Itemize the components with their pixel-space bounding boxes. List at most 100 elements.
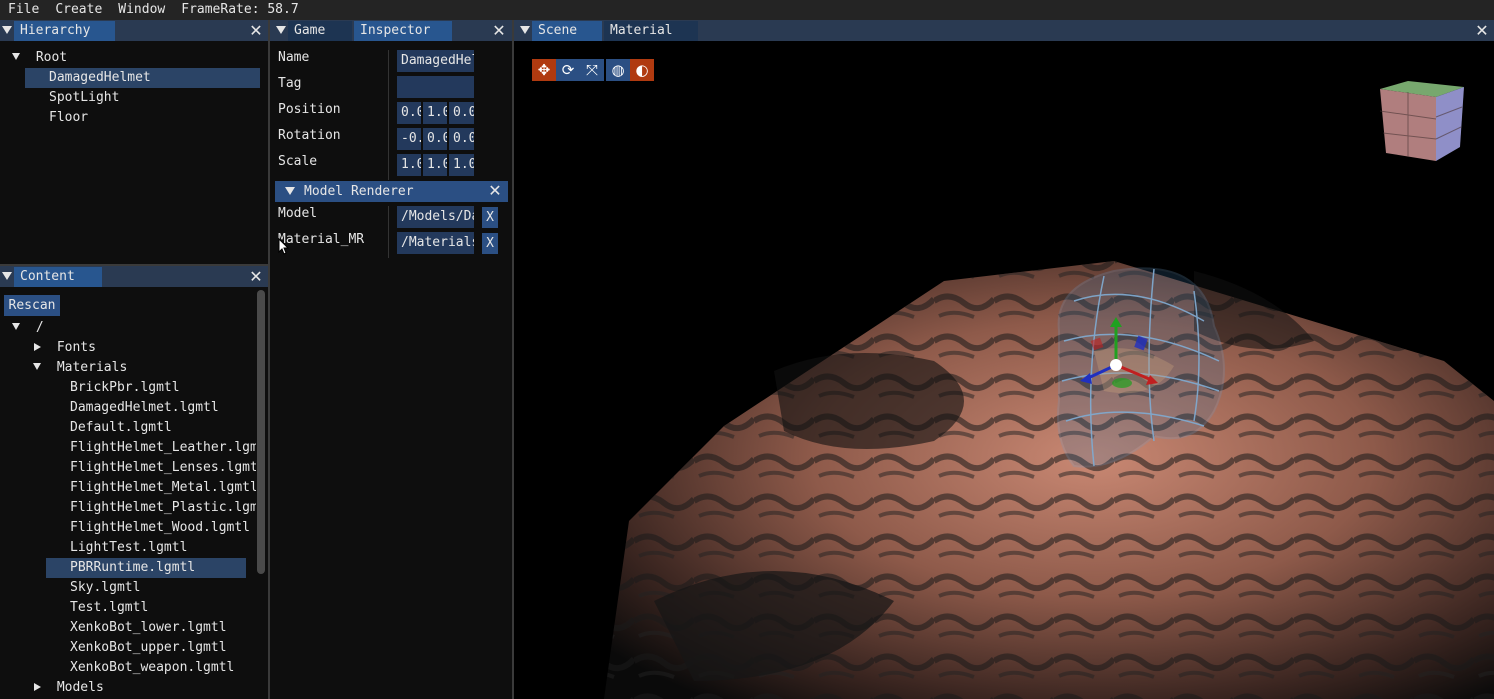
list-item[interactable]: FlightHelmet_Plastic.lgmtl xyxy=(70,498,256,518)
world-space-button[interactable]: ◍ xyxy=(606,59,630,81)
collapsed-arrow-icon[interactable] xyxy=(34,683,41,691)
inspector-panel: Game Inspector ✕ Name DamagedHelmet Tag … xyxy=(270,20,514,699)
list-item[interactable]: XenkoBot_upper.lgmtl xyxy=(70,638,227,658)
collapse-icon[interactable] xyxy=(520,26,530,34)
scene-titlebar: Scene Material ✕ xyxy=(514,20,1494,41)
close-icon[interactable]: ✕ xyxy=(491,21,507,41)
model-label: Model xyxy=(278,206,318,221)
tree-item-root-folder[interactable]: / xyxy=(12,318,44,338)
model-path-field[interactable]: /Models/DamagedHelmet xyxy=(397,206,474,228)
file-label: XenkoBot_weapon.lgmtl xyxy=(70,660,235,675)
tab-scene[interactable]: Scene xyxy=(532,21,602,41)
rotate-tool-button[interactable]: ⟳ xyxy=(556,59,580,81)
file-label: FlightHelmet_Leather.lgmtl xyxy=(70,440,256,455)
menu-create[interactable]: Create xyxy=(55,0,102,20)
material-label: Material_MR xyxy=(278,232,365,247)
rotation-z-field[interactable]: 0.0 xyxy=(449,128,474,150)
tree-item-label: DamagedHelmet xyxy=(49,70,151,85)
clear-model-button[interactable]: X xyxy=(482,207,498,228)
tab-material[interactable]: Material xyxy=(604,21,698,41)
scale-z-field[interactable]: 1.0 xyxy=(449,154,474,176)
local-space-button[interactable]: ◐ xyxy=(630,59,654,81)
tab-content[interactable]: Content xyxy=(14,267,102,287)
list-item[interactable]: FlightHelmet_Metal.lgmtl xyxy=(70,478,256,498)
tree-item-models[interactable]: Models xyxy=(34,678,104,698)
move-tool-button[interactable]: ✥ xyxy=(532,59,556,81)
scale-icon: ⤧ xyxy=(585,61,598,79)
scale-tool-button[interactable]: ⤧ xyxy=(580,59,604,81)
tree-item-label: Root xyxy=(35,50,68,65)
remove-component-icon[interactable]: ✕ xyxy=(487,181,503,201)
local-space-icon: ◐ xyxy=(635,61,649,79)
material-path-field[interactable]: /Materials/DamagedHelmet.lgmtl xyxy=(397,232,474,254)
list-item[interactable]: FlightHelmet_Leather.lgmtl xyxy=(70,438,256,458)
list-item-selected[interactable]: PBRRuntime.lgmtl xyxy=(46,558,246,578)
tab-inspector[interactable]: Inspector xyxy=(354,21,452,41)
tree-item-damagedhelmet[interactable]: DamagedHelmet xyxy=(25,68,260,88)
scene-viewport[interactable] xyxy=(514,41,1494,699)
rotation-x-field[interactable]: -0. xyxy=(397,128,421,150)
view-cube xyxy=(1379,81,1464,161)
rotation-y-field[interactable]: 0.0 xyxy=(423,128,447,150)
tab-game[interactable]: Game xyxy=(288,21,352,41)
collapse-icon[interactable] xyxy=(2,26,12,34)
expand-arrow-icon[interactable] xyxy=(12,53,20,60)
tree-item-spotlight[interactable]: SpotLight xyxy=(49,88,119,108)
world-space-icon: ◍ xyxy=(611,61,625,79)
tree-item-materials[interactable]: Materials xyxy=(33,358,127,378)
model-renderer-header[interactable]: Model Renderer ✕ xyxy=(275,181,508,202)
file-label: PBRRuntime.lgmtl xyxy=(70,560,196,575)
position-y-field[interactable]: 1.0 xyxy=(423,102,447,124)
tree-item-root[interactable]: Root xyxy=(12,48,67,68)
rescan-button[interactable]: Rescan xyxy=(4,295,60,316)
material-file-list: BrickPbr.lgmtl DamagedHelmet.lgmtl Defau… xyxy=(0,378,256,678)
scene-panel: Scene Material ✕ ✥ ⟳ ⤧ ◍ ◐ xyxy=(514,20,1494,699)
tree-item-floor[interactable]: Floor xyxy=(49,108,88,128)
floor-shadow-patch xyxy=(774,353,964,449)
tree-item-fonts[interactable]: Fonts xyxy=(34,338,96,358)
collapse-icon[interactable] xyxy=(276,26,286,34)
clear-material-button[interactable]: X xyxy=(482,233,498,254)
file-label: LightTest.lgmtl xyxy=(70,540,188,555)
tree-item-label: Fonts xyxy=(56,340,96,355)
position-z-field[interactable]: 0.0 xyxy=(449,102,474,124)
list-item[interactable]: Default.lgmtl xyxy=(70,418,172,438)
tag-field[interactable] xyxy=(397,76,474,98)
close-icon[interactable]: ✕ xyxy=(248,267,264,287)
list-item[interactable]: XenkoBot_weapon.lgmtl xyxy=(70,658,234,678)
tab-hierarchy[interactable]: Hierarchy xyxy=(14,21,115,41)
list-item[interactable]: DamagedHelmet.lgmtl xyxy=(70,398,219,418)
collapse-icon[interactable] xyxy=(285,187,295,195)
file-label: FlightHelmet_Metal.lgmtl xyxy=(70,480,256,495)
expand-arrow-icon[interactable] xyxy=(12,323,20,330)
file-label: DamagedHelmet.lgmtl xyxy=(70,400,219,415)
content-scrollbar[interactable] xyxy=(257,290,265,574)
menu-file[interactable]: File xyxy=(8,0,39,20)
list-item[interactable]: Sky.lgmtl xyxy=(70,578,140,598)
list-item[interactable]: XenkoBot_lower.lgmtl xyxy=(70,618,227,638)
list-item[interactable]: Test.lgmtl xyxy=(70,598,148,618)
close-icon[interactable]: ✕ xyxy=(1474,21,1490,41)
tag-label: Tag xyxy=(278,76,302,91)
tree-item-label: Floor xyxy=(49,110,89,125)
name-field[interactable]: DamagedHelmet xyxy=(397,50,474,72)
expand-arrow-icon[interactable] xyxy=(33,363,41,370)
list-item[interactable]: FlightHelmet_Lenses.lgmtl xyxy=(70,458,256,478)
rotate-icon: ⟳ xyxy=(561,61,575,79)
hierarchy-panel: Hierarchy ✕ Root DamagedHelmet SpotLight… xyxy=(0,20,270,265)
label-column-divider xyxy=(388,50,389,180)
mouse-cursor-icon xyxy=(278,238,290,255)
close-icon[interactable]: ✕ xyxy=(248,21,264,41)
list-item[interactable]: BrickPbr.lgmtl xyxy=(70,378,180,398)
move-icon: ✥ xyxy=(537,61,551,79)
menu-window[interactable]: Window xyxy=(118,0,165,20)
list-item[interactable]: FlightHelmet_Wood.lgmtl xyxy=(70,518,250,538)
tree-item-label: / xyxy=(35,320,44,335)
scale-x-field[interactable]: 1.0 xyxy=(397,154,421,176)
scale-y-field[interactable]: 1.0 xyxy=(423,154,447,176)
position-x-field[interactable]: 0.0 xyxy=(397,102,421,124)
collapsed-arrow-icon[interactable] xyxy=(34,343,41,351)
list-item[interactable]: LightTest.lgmtl xyxy=(70,538,187,558)
file-label: Sky.lgmtl xyxy=(70,580,141,595)
collapse-icon[interactable] xyxy=(2,272,12,280)
